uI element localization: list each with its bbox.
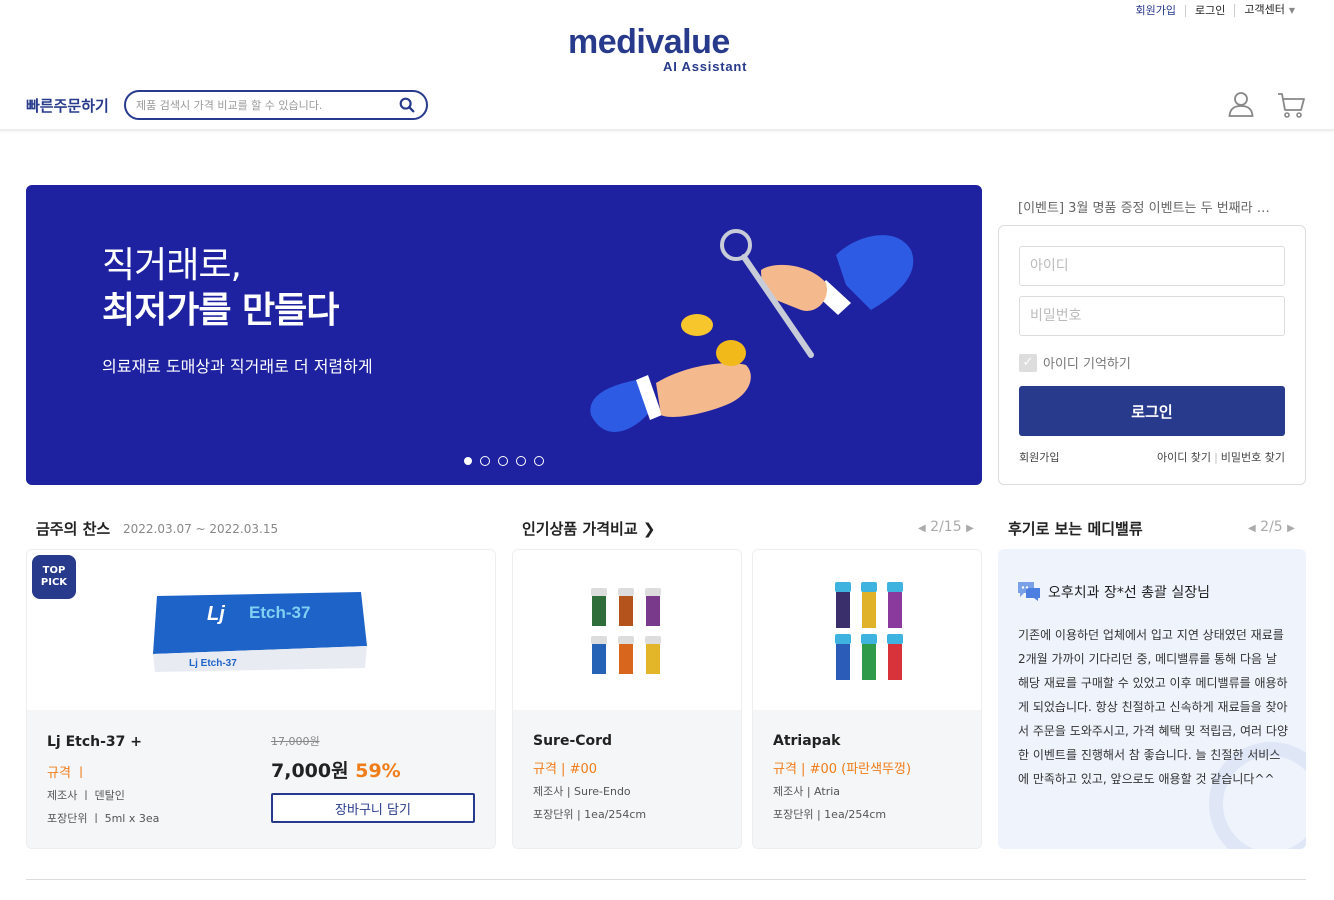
banner-dot-2[interactable] <box>480 456 490 466</box>
popular-title[interactable]: 인기상품 가격비교 ❯ <box>522 518 655 539</box>
login-button[interactable]: 로그인 <box>1019 386 1285 436</box>
popular-title-label: 인기상품 가격비교 <box>522 520 638 538</box>
sale-price: 7,000원 59% <box>271 756 401 783</box>
checkbox-icon[interactable]: ✓ <box>1019 353 1037 372</box>
banner-hands-illustration <box>590 229 914 432</box>
remember-id[interactable]: ✓ 아이디 기억하기 <box>1019 353 1131 372</box>
product-unit: 포장단위 | 1ea/254cm <box>773 808 887 821</box>
banner-dot-3[interactable] <box>498 456 508 466</box>
search-box <box>124 90 428 120</box>
review-body: 기존에 이용하던 업체에서 입고 지연 상태였던 재료를 2개월 가까이 기다리… <box>1018 628 1288 786</box>
remember-id-label: 아이디 기억하기 <box>1043 357 1131 372</box>
sale-price-value: 7,000원 <box>271 760 349 782</box>
weekly-chance-title: 금주의 찬스 <box>36 520 111 538</box>
product-spec: 규격 ㅣ <box>47 766 88 781</box>
banner-dot-1[interactable] <box>464 457 472 465</box>
svg-text:Lj: Lj <box>207 603 225 625</box>
popular-product-card[interactable]: Sure-Cord 규격 | #00 제조사 | Sure-Endo 포장단위 … <box>512 549 742 849</box>
top-link-join[interactable]: 회원가입 <box>1127 4 1185 17</box>
popular-product-card[interactable]: Atriapak 규격 | #00 (파란색뚜껑) 제조사 | Atria 포장… <box>752 549 982 849</box>
section-divider <box>26 879 1306 880</box>
svg-text:Lj Etch-37: Lj Etch-37 <box>189 658 237 669</box>
discount-rate: 59% <box>355 760 401 782</box>
add-to-cart-button[interactable]: 장바구니 담기 <box>271 793 475 823</box>
weekly-product-card[interactable]: Lj Etch-37 Lj Etch-37 TOP PICK Lj Etch-3… <box>26 549 496 849</box>
banner-headline-2: 최저가를 만들다 <box>102 290 339 331</box>
banner-headline-1: 직거래로, <box>102 245 242 286</box>
chevron-right-icon[interactable]: ▶ <box>966 523 974 534</box>
chevron-left-icon[interactable]: ◀ <box>1248 523 1256 534</box>
banner-dot-4[interactable] <box>516 456 526 466</box>
product-spec: 규격 | #00 (파란색뚜껑) <box>773 762 912 777</box>
top-link-support-label: 고객센터 <box>1244 3 1285 16</box>
login-panel: ✓ 아이디 기억하기 로그인 회원가입 아이디 찾기|비밀번호 찾기 <box>998 225 1306 485</box>
sure-cord-bottles-image <box>591 588 661 674</box>
cart-icon[interactable] <box>1277 92 1305 118</box>
popular-pager: ◀ 2/15 ▶ <box>918 519 974 535</box>
review-pager: ◀ 2/5 ▶ <box>1248 519 1295 535</box>
banner-dot-5[interactable] <box>534 456 544 466</box>
logo-text: medivalue <box>568 23 730 61</box>
chevron-right-icon[interactable]: ▶ <box>1287 523 1295 534</box>
product-unit: 포장단위 | 1ea/254cm <box>533 808 647 821</box>
find-password-link[interactable]: 비밀번호 찾기 <box>1221 451 1285 464</box>
password-input[interactable] <box>1019 296 1285 336</box>
product-maker: 제조사 | Atria <box>773 785 841 798</box>
product-name[interactable]: Lj Etch-37 + <box>47 734 142 750</box>
logo-subtitle: AI Assistant <box>663 59 748 74</box>
top-pick-badge: TOP PICK <box>32 555 76 599</box>
banner-subtitle: 의료재료 도매상과 직거래로 더 저렴하게 <box>102 357 373 376</box>
user-icon[interactable] <box>1228 91 1254 117</box>
top-link-login[interactable]: 로그인 <box>1184 4 1234 17</box>
join-link[interactable]: 회원가입 <box>1019 449 1059 465</box>
popular-pager-count: 2/15 <box>930 519 962 535</box>
product-maker: 제조사 ㅣ 덴탈인 <box>47 789 125 802</box>
chevron-down-icon: ▼ <box>1288 6 1295 15</box>
find-id-link[interactable]: 아이디 찾기 <box>1157 451 1211 464</box>
product-name[interactable]: Sure-Cord <box>533 733 612 749</box>
product-image <box>753 550 981 710</box>
chevron-right-icon: ❯ <box>642 520 656 538</box>
search-icon[interactable] <box>398 96 416 114</box>
top-link-support[interactable]: 고객센터 ▼ <box>1234 4 1304 17</box>
etch-box-image: Lj Etch-37 Lj Etch-37 <box>153 592 367 672</box>
product-unit: 포장단위 ㅣ 5ml x 3ea <box>47 812 160 825</box>
review-author: 오후치과 장*선 총괄 실장님 <box>1048 585 1211 601</box>
id-input[interactable] <box>1019 246 1285 286</box>
logo[interactable]: medivalue AI Assistant <box>568 23 768 74</box>
original-price: 17,000원 <box>271 735 320 748</box>
find-links: 아이디 찾기 | 비밀번호 찾기 <box>1156 451 1285 464</box>
search-input[interactable] <box>136 98 398 112</box>
product-name[interactable]: Atriapak <box>773 733 840 749</box>
atriapak-bottles-image <box>835 582 903 680</box>
review-title: 후기로 보는 메디밸류 <box>1008 520 1143 538</box>
product-image: Lj Etch-37 Lj Etch-37 <box>27 550 495 710</box>
chat-bubble-icon <box>1018 582 1040 601</box>
quick-order-link[interactable]: 빠른주문하기 <box>26 95 109 116</box>
product-image <box>513 550 741 710</box>
top-links: 회원가입 로그인 고객센터 ▼ <box>1127 4 1305 17</box>
event-notice[interactable]: [이벤트] 3월 명품 증정 이벤트는 두 번째라 … <box>1018 197 1288 216</box>
weekly-date-range: 2022.03.07 ~ 2022.03.15 <box>123 522 279 536</box>
banner-pagination <box>464 456 544 466</box>
header-divider <box>0 129 1334 131</box>
svg-text:Etch-37: Etch-37 <box>249 603 310 622</box>
product-maker: 제조사 | Sure-Endo <box>533 785 631 798</box>
hero-banner[interactable]: 직거래로, 최저가를 만들다 의료재료 도매상과 직거래로 더 저렴하게 <box>26 185 982 485</box>
chevron-left-icon[interactable]: ◀ <box>918 523 926 534</box>
review-card[interactable]: 오후치과 장*선 총괄 실장님 기존에 이용하던 업체에서 입고 지연 상태였던… <box>998 549 1306 849</box>
product-spec: 규격 | #00 <box>533 762 597 777</box>
review-pager-count: 2/5 <box>1260 519 1283 535</box>
